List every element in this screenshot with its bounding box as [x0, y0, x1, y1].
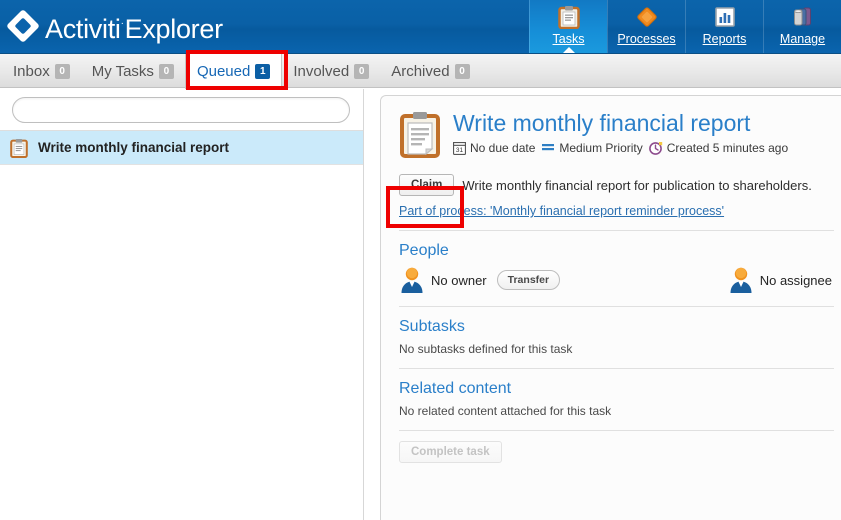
owner-block: No owner Transfer	[399, 266, 561, 294]
due-date-label: No due date	[470, 141, 536, 155]
clipboard-large-icon	[399, 110, 441, 158]
nav-item-reports[interactable]: Reports	[685, 0, 763, 53]
divider	[399, 306, 834, 307]
clipboard-icon	[557, 4, 580, 30]
logo-trademark: ·	[120, 17, 124, 29]
clipboard-icon	[10, 138, 28, 158]
nav-item-manage[interactable]: Manage	[763, 0, 841, 53]
tab-queued-count: 1	[255, 64, 271, 79]
tab-archived-label: Archived	[391, 62, 450, 80]
tab-involved-label: Involved	[293, 62, 350, 80]
nav-item-reports-label: Reports	[702, 32, 747, 46]
subtasks-section-title: Subtasks	[399, 318, 465, 335]
tab-inbox-count: 0	[54, 63, 70, 79]
tab-my-tasks[interactable]: My Tasks 0	[81, 54, 185, 88]
logo-secondary: Explorer	[124, 13, 223, 44]
activiti-explorer-window: Activiti·Explorer Tasks Processes Report…	[0, 0, 841, 520]
tab-inbox-label: Inbox	[13, 62, 50, 80]
complete-task-button[interactable]: Complete task	[399, 441, 502, 463]
list-item[interactable]: Write monthly financial report	[0, 131, 363, 165]
calendar-icon: 31	[453, 141, 466, 155]
database-icon	[791, 4, 815, 30]
app-header: Activiti·Explorer Tasks Processes Report…	[0, 0, 841, 54]
avatar-icon	[728, 266, 754, 294]
due-date-meta: 31 No due date	[453, 141, 535, 155]
subtasks-empty-text: No subtasks defined for this task	[399, 342, 573, 356]
tab-inbox[interactable]: Inbox 0	[2, 54, 81, 88]
page-title: Write monthly financial report	[453, 110, 751, 136]
tab-queued[interactable]: Queued 1	[184, 54, 283, 89]
clock-icon	[648, 141, 663, 155]
main-navigation: Tasks Processes Reports Manage	[529, 0, 841, 53]
created-label: Created 5 minutes ago	[666, 141, 789, 155]
process-link[interactable]: Part of process: 'Monthly financial repo…	[399, 204, 834, 218]
tab-my-tasks-count: 0	[158, 63, 174, 79]
tab-my-tasks-label: My Tasks	[91, 62, 154, 80]
orange-diamond-icon	[635, 4, 659, 30]
priority-meta: Medium Priority	[541, 141, 643, 155]
app-logo-text: Activiti·Explorer	[45, 9, 223, 44]
transfer-button[interactable]: Transfer	[496, 270, 561, 290]
related-content-section-title: Related content	[399, 380, 512, 397]
list-item-label: Write monthly financial report	[38, 140, 230, 155]
task-list-panel: Write monthly financial report	[0, 89, 364, 520]
tab-queued-label: Queued	[196, 63, 251, 80]
svg-text:31: 31	[456, 147, 464, 154]
bar-chart-icon	[714, 4, 736, 30]
task-meta: 31 No due date Medium Priority Created 5…	[453, 141, 788, 155]
active-tab-pointer	[560, 47, 577, 53]
assignee-label: No assignee	[759, 272, 832, 288]
divider	[399, 230, 834, 231]
nav-item-processes-label: Processes	[617, 32, 676, 46]
task-description: Write monthly financial report for publi…	[462, 178, 812, 193]
task-filter-tabs: Inbox 0 My Tasks 0 Queued 1 Involved 0 A…	[0, 54, 841, 89]
assignee-block: No assignee	[728, 266, 832, 294]
avatar-icon	[399, 266, 425, 294]
owner-label: No owner	[431, 272, 487, 288]
app-logo[interactable]: Activiti·Explorer	[6, 4, 223, 48]
claim-button[interactable]: Claim	[399, 174, 455, 196]
people-section-title: People	[399, 242, 449, 259]
search-input[interactable]	[12, 97, 350, 123]
task-detail-panel: Write monthly financial report 31 No due…	[380, 95, 841, 520]
priority-label: Medium Priority	[559, 141, 643, 155]
tab-archived[interactable]: Archived 0	[380, 54, 480, 88]
tab-archived-count: 0	[454, 63, 470, 79]
tab-involved-count: 0	[354, 63, 370, 79]
divider	[399, 430, 834, 431]
nav-item-tasks[interactable]: Tasks	[529, 0, 607, 53]
content-area: Write monthly financial report Write mon…	[0, 89, 841, 520]
nav-item-tasks-label: Tasks	[552, 32, 585, 46]
nav-item-manage-label: Manage	[779, 32, 826, 46]
task-detail-header: Write monthly financial report 31 No due…	[399, 110, 834, 158]
tab-involved[interactable]: Involved 0	[282, 54, 380, 88]
related-content-empty-text: No related content attached for this tas…	[399, 404, 612, 418]
divider	[399, 368, 834, 369]
diamond-logo-icon	[6, 9, 40, 43]
claim-row: Claim Write monthly financial report for…	[399, 174, 834, 196]
task-list: Write monthly financial report	[0, 130, 363, 165]
priority-bars-icon	[541, 142, 555, 154]
search-row	[0, 89, 363, 130]
nav-item-processes[interactable]: Processes	[607, 0, 685, 53]
created-meta: Created 5 minutes ago	[648, 141, 789, 155]
logo-primary: Activiti	[45, 13, 121, 44]
people-row: No owner Transfer No assignee	[399, 266, 834, 294]
